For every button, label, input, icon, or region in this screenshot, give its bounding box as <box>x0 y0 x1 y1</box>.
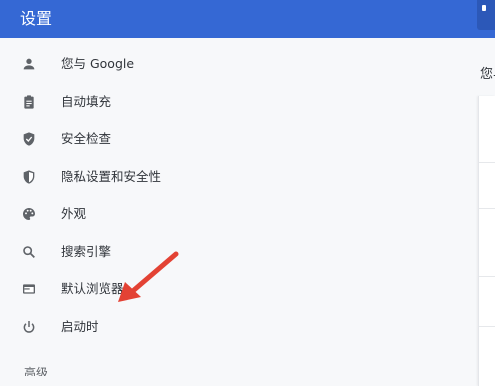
sidebar-item-safety-check[interactable]: 安全检查 <box>0 123 190 155</box>
sidebar-item-label: 外观 <box>61 206 87 221</box>
sidebar-item-appearance[interactable]: 外观 <box>0 198 190 230</box>
sidebar-item-privacy-security[interactable]: 隐私设置和安全性 <box>0 161 190 193</box>
sidebar-item-search-engine[interactable]: 搜索引擎 <box>0 236 190 268</box>
palette-icon <box>21 206 37 222</box>
shield-check-icon <box>21 131 37 147</box>
search-field-edge[interactable] <box>477 0 495 30</box>
app-header: 设置 <box>0 0 495 38</box>
search-cursor-mark <box>482 5 486 11</box>
search-icon <box>21 244 37 260</box>
person-icon <box>21 56 37 72</box>
settings-card <box>478 96 495 386</box>
browser-window-icon <box>21 281 37 297</box>
sidebar-item-label: 默认浏览器 <box>61 281 124 296</box>
card-divider <box>479 276 495 277</box>
sidebar-item-default-browser[interactable]: 默认浏览器 <box>0 273 190 305</box>
main-content: 您与 <box>190 38 495 386</box>
sidebar-item-label: 搜索引擎 <box>61 244 112 259</box>
card-divider <box>479 326 495 327</box>
page-title: 设置 <box>20 9 53 28</box>
sidebar-item-autofill[interactable]: 自动填充 <box>0 86 190 118</box>
sidebar-item-you-and-google[interactable]: 您与 Google <box>0 48 190 80</box>
sidebar-item-label: 启动时 <box>61 319 99 334</box>
sidebar-item-label: 安全检查 <box>61 131 112 146</box>
card-divider <box>479 162 495 163</box>
power-icon <box>21 319 37 335</box>
sidebar: 您与 Google 自动填充 安全检查 隐私设置和安全性 外观 搜索引擎 默认浏… <box>0 38 190 376</box>
card-divider <box>479 208 495 209</box>
clipboard-icon <box>21 94 37 110</box>
shield-half-icon <box>21 169 37 185</box>
sidebar-item-label: 隐私设置和安全性 <box>61 169 162 184</box>
sidebar-item-label: 自动填充 <box>61 94 112 109</box>
section-heading: 您与 <box>480 67 495 82</box>
sidebar-item-label: 您与 Google <box>61 56 135 71</box>
sidebar-item-on-startup[interactable]: 启动时 <box>0 311 190 343</box>
sidebar-section-advanced[interactable]: 高级 <box>24 366 48 376</box>
